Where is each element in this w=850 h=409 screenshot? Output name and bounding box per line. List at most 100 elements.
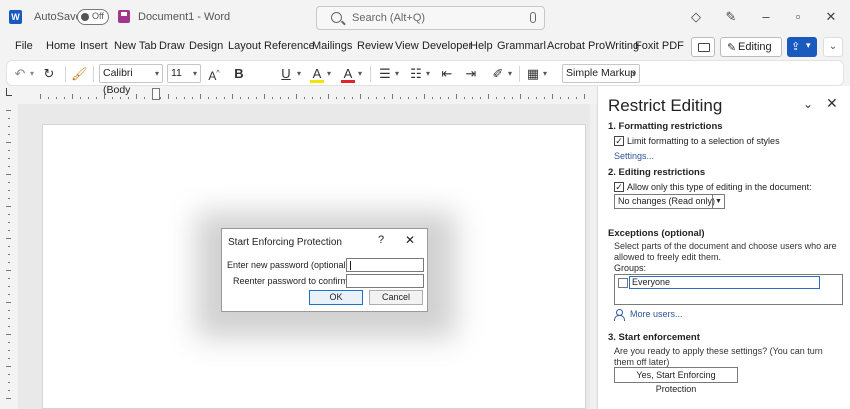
- ruler-tick: [144, 97, 145, 99]
- tab-acrobat[interactable]: Acrobat: [547, 40, 585, 52]
- everyone-group-label[interactable]: Everyone: [629, 276, 820, 289]
- editing-restrictions-heading: 2. Editing restrictions: [608, 167, 706, 178]
- ok-button[interactable]: OK: [309, 290, 363, 305]
- ruler-tick: [8, 166, 10, 167]
- ruler-tick: [328, 94, 329, 99]
- highlight-dropdown-icon[interactable]: ▾: [325, 65, 333, 83]
- search-box[interactable]: Search (Alt+Q): [316, 6, 545, 30]
- tab-foxit-pdf[interactable]: Foxit PDF: [635, 40, 684, 52]
- tab-new-tab[interactable]: New Tab: [114, 40, 157, 52]
- increase-indent-icon[interactable]: ⇥: [463, 65, 479, 83]
- window-close-icon[interactable]: ✕: [823, 9, 839, 25]
- chevron-down-icon: ▾: [631, 69, 636, 78]
- share-button[interactable]: ⇪ ▾: [787, 37, 817, 57]
- indent-marker[interactable]: [152, 88, 160, 100]
- tab-grammarly[interactable]: Grammarl: [497, 40, 546, 52]
- cancel-button[interactable]: Cancel: [369, 290, 423, 305]
- numbering-dropdown-icon[interactable]: ▾: [424, 65, 432, 83]
- new-password-field[interactable]: [346, 258, 424, 272]
- bullets-icon[interactable]: ☰: [377, 65, 393, 83]
- ruler-tick: [416, 97, 417, 99]
- ruler-tick: [168, 94, 169, 99]
- confirm-password-field[interactable]: [346, 274, 424, 288]
- ruler-tick: [8, 278, 10, 279]
- word-logo-icon: W: [9, 10, 22, 24]
- ruler-tick: [6, 142, 11, 143]
- ruler-tick: [248, 97, 249, 99]
- pen-icon[interactable]: ✎: [723, 9, 739, 25]
- save-icon[interactable]: [118, 10, 130, 23]
- format-painter-icon[interactable]: 🖌: [71, 65, 88, 83]
- groups-list: Everyone: [614, 274, 843, 305]
- ruler-tick: [8, 350, 10, 351]
- font-size-select[interactable]: 11 ▾: [167, 64, 201, 83]
- table-dropdown-icon[interactable]: ▾: [541, 65, 549, 83]
- markup-mode-select[interactable]: Simple Markup ▾: [562, 64, 640, 83]
- undo-icon[interactable]: ↶: [12, 65, 28, 83]
- ruler-tick: [8, 134, 10, 135]
- chevron-down-icon: ▼: [712, 195, 724, 208]
- tab-view[interactable]: View: [395, 40, 419, 52]
- vertical-scrollbar[interactable]: [590, 104, 596, 409]
- vertical-ruler[interactable]: [4, 110, 14, 409]
- microphone-icon[interactable]: [530, 12, 536, 23]
- editing-checkbox[interactable]: ✓: [614, 182, 624, 192]
- help-icon[interactable]: ?: [374, 234, 388, 248]
- underline-button[interactable]: U: [279, 65, 293, 83]
- ruler-tick: [560, 97, 561, 99]
- font-name-select[interactable]: Calibri (Body ▾: [99, 64, 163, 96]
- tab-prowritingaid[interactable]: ProWriting: [588, 40, 639, 52]
- ruler-tick: [6, 238, 11, 239]
- diamond-icon[interactable]: ◇: [688, 9, 704, 25]
- bullets-dropdown-icon[interactable]: ▾: [393, 65, 401, 83]
- minimize-icon[interactable]: –: [758, 9, 774, 25]
- tab-file[interactable]: File: [15, 40, 33, 52]
- tab-insert[interactable]: Insert: [80, 40, 108, 52]
- quick-toolbar: ↶ ▾ ↻ 🖌 Calibri (Body ▾ 11 ▾ A^ B U ▾ A …: [6, 60, 844, 96]
- dialog-close-icon[interactable]: ✕: [403, 233, 417, 247]
- separator: [519, 66, 520, 82]
- ruler-tick: [256, 97, 257, 99]
- ribbon-expand-icon[interactable]: ⌄: [823, 37, 843, 57]
- start-enforcing-button[interactable]: Yes, Start Enforcing Protection: [614, 367, 738, 394]
- ruler-tick: [40, 94, 41, 99]
- numbering-icon[interactable]: ☷: [408, 65, 424, 83]
- pane-options-chevron-icon[interactable]: ⌄: [803, 97, 813, 111]
- tab-layout[interactable]: Layout: [228, 40, 261, 52]
- ruler-tick: [464, 97, 465, 99]
- tab-design[interactable]: Design: [189, 40, 223, 52]
- styles-icon[interactable]: ✐: [490, 65, 506, 83]
- more-users-link[interactable]: More users...: [630, 309, 683, 319]
- formatting-checkbox[interactable]: ✓: [614, 136, 624, 146]
- pane-close-icon[interactable]: ✕: [826, 95, 838, 112]
- table-icon[interactable]: ▦: [525, 65, 541, 83]
- tab-draw[interactable]: Draw: [159, 40, 185, 52]
- bold-button[interactable]: B: [232, 65, 246, 83]
- grow-font-icon[interactable]: A^: [205, 65, 223, 83]
- decrease-indent-icon[interactable]: ⇤: [439, 65, 455, 83]
- underline-dropdown-icon[interactable]: ▾: [295, 65, 303, 83]
- autosave-toggle[interactable]: Off: [77, 9, 109, 25]
- editing-type-select[interactable]: No changes (Read only) ▼: [614, 194, 725, 209]
- settings-link[interactable]: Settings...: [614, 151, 654, 161]
- redo-icon[interactable]: ↻: [41, 65, 57, 83]
- undo-dropdown-icon[interactable]: ▾: [28, 65, 36, 83]
- tab-help[interactable]: Help: [470, 40, 493, 52]
- editing-mode-button[interactable]: ✎ Editing: [720, 37, 782, 57]
- ruler-tick: [8, 286, 10, 287]
- tab-mailings[interactable]: Mailings: [312, 40, 352, 52]
- font-color-dropdown-icon[interactable]: ▾: [356, 65, 364, 83]
- tab-home[interactable]: Home: [46, 40, 75, 52]
- everyone-checkbox[interactable]: [618, 278, 628, 288]
- comments-button[interactable]: [691, 37, 715, 57]
- document-title: Document1 - Word: [138, 11, 231, 23]
- styles-dropdown-icon[interactable]: ▾: [506, 65, 514, 83]
- tab-developer[interactable]: Developer: [422, 40, 472, 52]
- tab-references[interactable]: Reference: [264, 40, 315, 52]
- tab-review[interactable]: Review: [357, 40, 393, 52]
- toggle-knob: [81, 13, 89, 21]
- ruler-tab-selector[interactable]: [6, 88, 12, 96]
- ruler-tick: [512, 97, 513, 99]
- horizontal-ruler[interactable]: [40, 88, 593, 102]
- maximize-icon[interactable]: ▫: [790, 9, 806, 25]
